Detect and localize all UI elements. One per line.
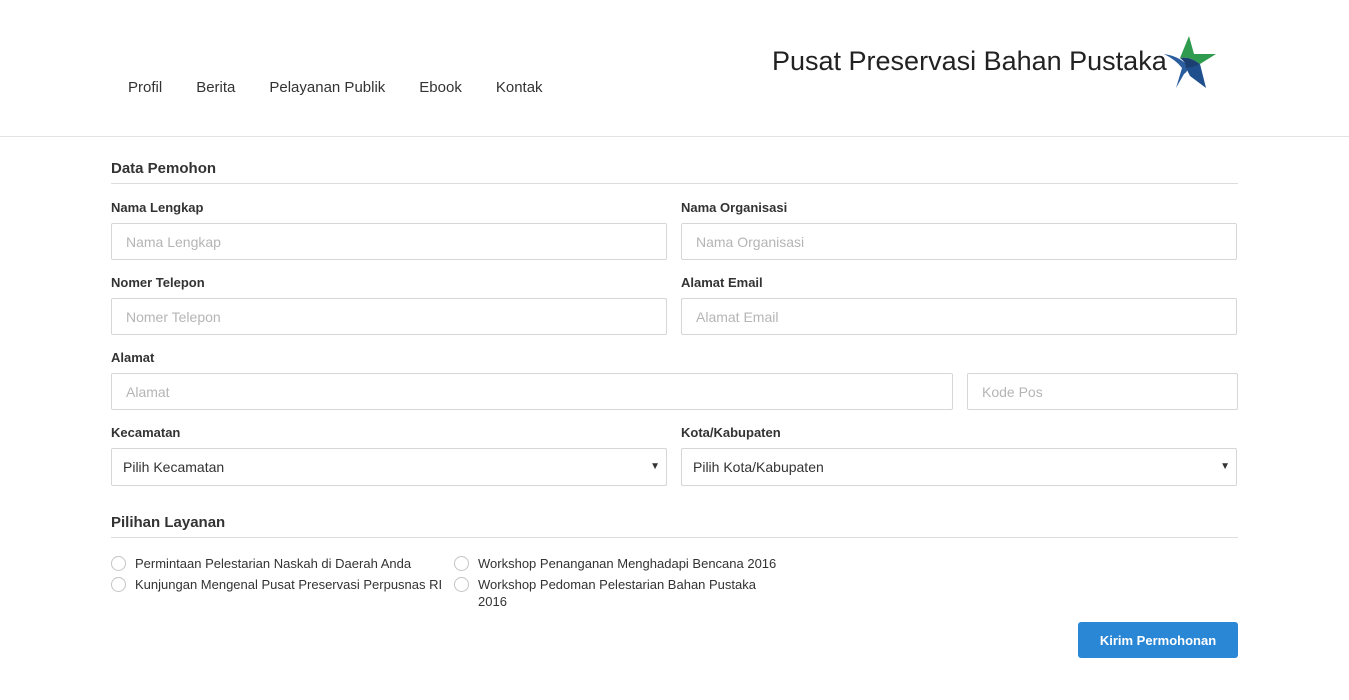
alamat-label: Alamat — [111, 350, 155, 365]
section-title-data-pemohon: Data Pemohon — [111, 160, 1238, 184]
field-nomer-telepon: Nomer Telepon — [111, 275, 667, 335]
kecamatan-label: Kecamatan — [111, 425, 181, 440]
form-row-contact: Nomer Telepon Alamat Email — [111, 275, 1238, 335]
kode-pos-label-spacer — [967, 350, 1238, 366]
service-options-right: Workshop Penanganan Menghadapi Bencana 2… — [454, 555, 784, 614]
service-option[interactable]: Workshop Penanganan Menghadapi Bencana 2… — [454, 555, 784, 572]
radio-button[interactable] — [111, 556, 126, 571]
service-options: Permintaan Pelestarian Naskah di Daerah … — [111, 555, 1238, 614]
nama-organisasi-input[interactable] — [681, 223, 1237, 260]
nav-item-berita[interactable]: Berita — [179, 79, 252, 97]
nama-lengkap-label: Nama Lengkap — [111, 200, 204, 215]
alamat-input[interactable] — [111, 373, 953, 410]
site-title: Pusat Preservasi Bahan Pustaka — [772, 46, 1167, 76]
section-title-pilihan-layanan: Pilihan Layanan — [111, 514, 1238, 538]
submit-button[interactable]: Kirim Permohonan — [1078, 622, 1238, 658]
service-option[interactable]: Workshop Pedoman Pelestarian Bahan Pusta… — [454, 576, 784, 610]
service-option[interactable]: Permintaan Pelestarian Naskah di Daerah … — [111, 555, 454, 572]
nav-item-pelayanan-publik[interactable]: Pelayanan Publik — [252, 79, 402, 97]
nomer-telepon-input[interactable] — [111, 298, 667, 335]
service-option[interactable]: Kunjungan Mengenal Pusat Preservasi Perp… — [111, 576, 454, 593]
site-header: Profil Berita Pelayanan Publik Ebook Kon… — [0, 0, 1349, 137]
form-row-region: Kecamatan Pilih Kecamatan ▼ Kota/Kabupat… — [111, 425, 1238, 486]
service-options-left: Permintaan Pelestarian Naskah di Daerah … — [111, 555, 454, 614]
field-kota-kabupaten: Kota/Kabupaten Pilih Kota/Kabupaten ▼ — [681, 425, 1237, 486]
application-form: Data Pemohon Nama Lengkap Nama Organisas… — [111, 160, 1238, 614]
nama-lengkap-input[interactable] — [111, 223, 667, 260]
service-option-label: Kunjungan Mengenal Pusat Preservasi Perp… — [135, 577, 443, 592]
nama-organisasi-label: Nama Organisasi — [681, 200, 788, 215]
service-option-label: Permintaan Pelestarian Naskah di Daerah … — [135, 556, 412, 571]
form-row-address: Alamat — [111, 350, 1238, 410]
chevron-down-icon: ▼ — [1220, 461, 1230, 472]
kode-pos-input[interactable] — [967, 373, 1238, 410]
nav-item-ebook[interactable]: Ebook — [402, 79, 479, 97]
radio-button[interactable] — [454, 577, 469, 592]
kota-kabupaten-selected-value: Pilih Kota/Kabupaten — [693, 459, 824, 475]
chevron-down-icon: ▼ — [650, 461, 660, 472]
kecamatan-selected-value: Pilih Kecamatan — [123, 459, 225, 475]
kota-kabupaten-select[interactable]: Pilih Kota/Kabupaten ▼ — [681, 448, 1237, 486]
kecamatan-select[interactable]: Pilih Kecamatan ▼ — [111, 448, 667, 486]
kota-kabupaten-label: Kota/Kabupaten — [681, 425, 781, 440]
field-nama-organisasi: Nama Organisasi — [681, 200, 1237, 260]
radio-button[interactable] — [111, 577, 126, 592]
form-row-names: Nama Lengkap Nama Organisasi — [111, 200, 1238, 260]
main-nav: Profil Berita Pelayanan Publik Ebook Kon… — [111, 79, 560, 97]
field-nama-lengkap: Nama Lengkap — [111, 200, 667, 260]
service-option-label: Workshop Pedoman Pelestarian Bahan Pusta… — [478, 577, 756, 609]
service-option-label: Workshop Penanganan Menghadapi Bencana 2… — [478, 556, 777, 571]
field-alamat-email: Alamat Email — [681, 275, 1237, 335]
nav-item-kontak[interactable]: Kontak — [479, 79, 560, 97]
nomer-telepon-label: Nomer Telepon — [111, 275, 205, 290]
nav-item-profil[interactable]: Profil — [111, 79, 179, 97]
alamat-email-input[interactable] — [681, 298, 1237, 335]
star-logo-icon[interactable] — [1160, 34, 1218, 90]
radio-button[interactable] — [454, 556, 469, 571]
alamat-email-label: Alamat Email — [681, 275, 763, 290]
field-alamat: Alamat — [111, 350, 953, 410]
field-kecamatan: Kecamatan Pilih Kecamatan ▼ — [111, 425, 667, 486]
field-kode-pos — [967, 350, 1238, 410]
